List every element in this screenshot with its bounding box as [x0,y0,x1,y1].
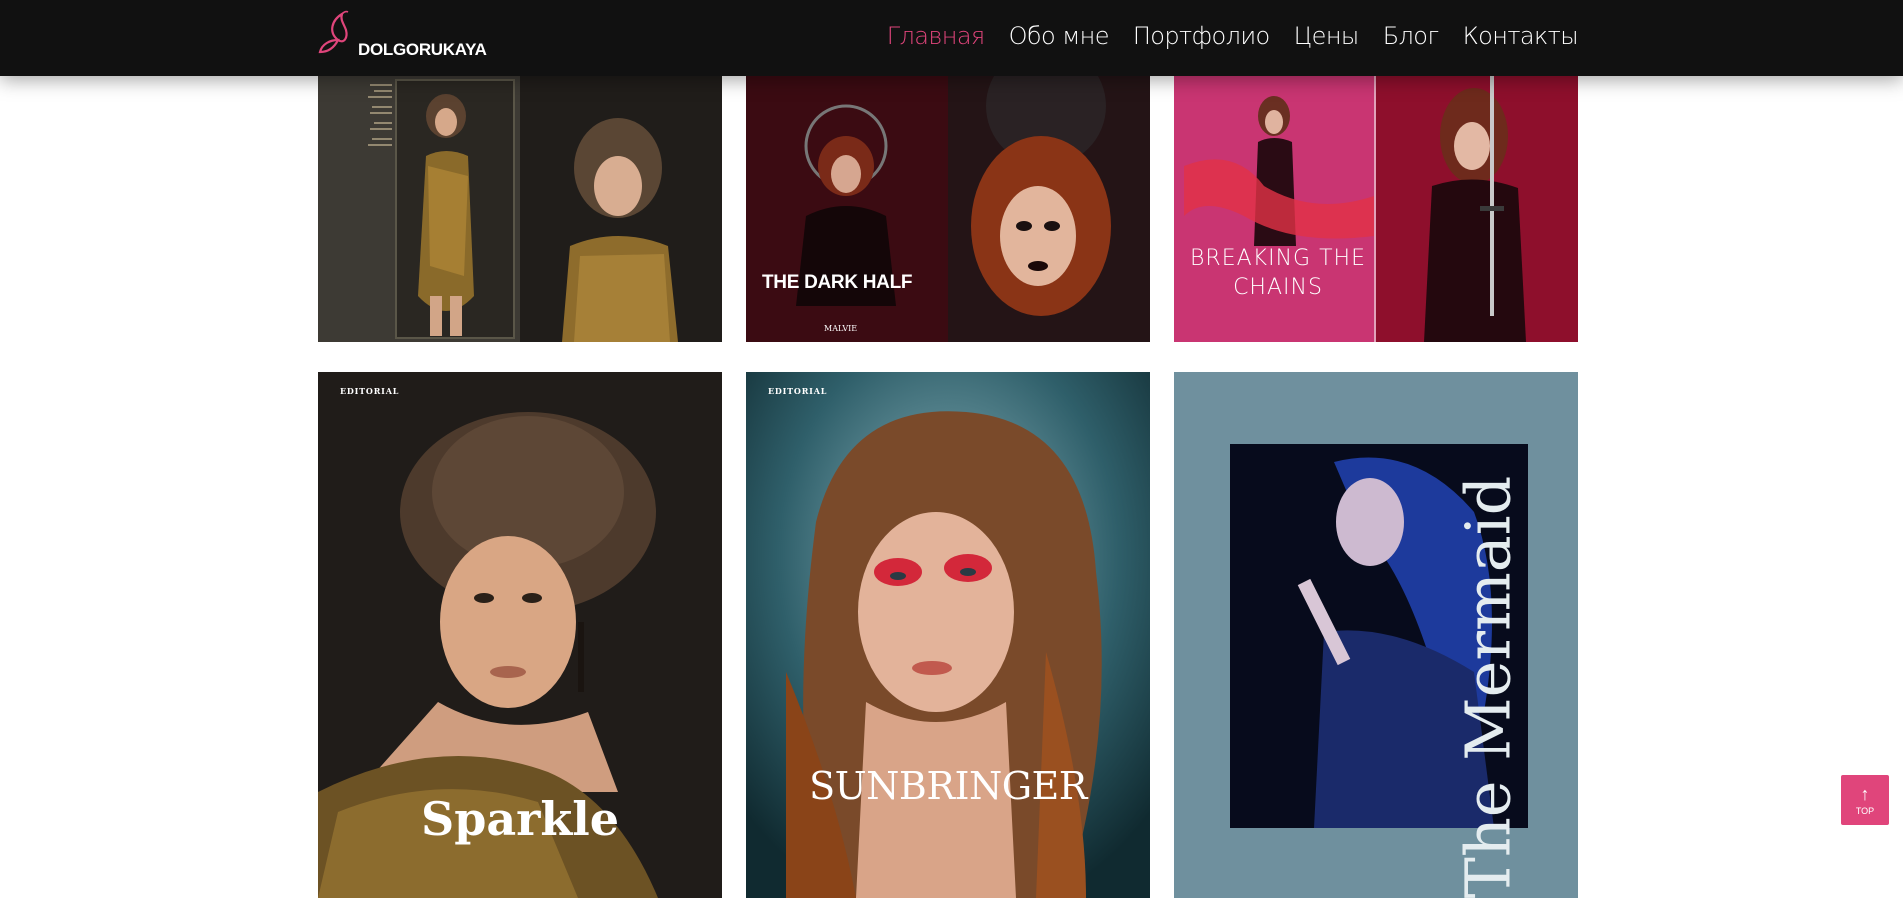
portfolio-card-gold-dress[interactable] [318,76,722,342]
cover-photo [318,76,722,342]
logo[interactable]: DOLGORUKAYA [318,10,487,66]
scroll-top-label: TOP [1855,806,1875,816]
portfolio-card-mermaid[interactable]: The Mermaid [1174,372,1578,898]
main-nav: Главная Обо мне Портфолио Цены Блог Конт… [887,0,1579,72]
brand-name: DOLGORUKAYA [358,40,487,59]
nav-item-home[interactable]: Главная [887,22,985,50]
nav-item-about[interactable]: Обо мне [1009,22,1110,50]
cover-magazine: MALVIE [824,324,858,333]
scroll-top-button[interactable]: ↑ TOP [1841,775,1889,825]
cover-title: BREAKING THE CHAINS [1190,246,1366,300]
portfolio-card-sunbringer[interactable]: EDITORIAL SUNBRINGER [746,372,1150,898]
cover-title: The Mermaid [1451,475,1525,898]
cover-photo [746,372,1150,898]
butterfly-logo-icon [318,10,349,54]
cover-photo [746,76,1150,342]
nav-item-prices[interactable]: Цены [1294,22,1360,50]
cover-kicker: EDITORIAL [340,386,400,396]
cover-title: SUNBRINGER [809,764,1087,808]
nav-item-portfolio[interactable]: Портфолио [1133,22,1270,50]
arrow-up-icon: ↑ [1860,784,1870,804]
portfolio-card-sparkle[interactable]: EDITORIAL Sparkle [318,372,722,898]
nav-item-contacts[interactable]: Контакты [1463,22,1579,50]
portfolio-card-breaking-chains[interactable]: BREAKING THE CHAINS [1174,76,1578,342]
cover-title: Sparkle [420,792,620,846]
portfolio-card-dark-half[interactable]: THE DARK HALF MALVIE [746,76,1150,342]
cover-title: THE DARK HALF [762,272,913,293]
cover-photo [1174,76,1578,342]
cover-kicker: EDITORIAL [768,386,828,396]
site-header: DOLGORUKAYA Главная Обо мне Портфолио Це… [0,0,1903,76]
nav-item-blog[interactable]: Блог [1383,22,1439,50]
